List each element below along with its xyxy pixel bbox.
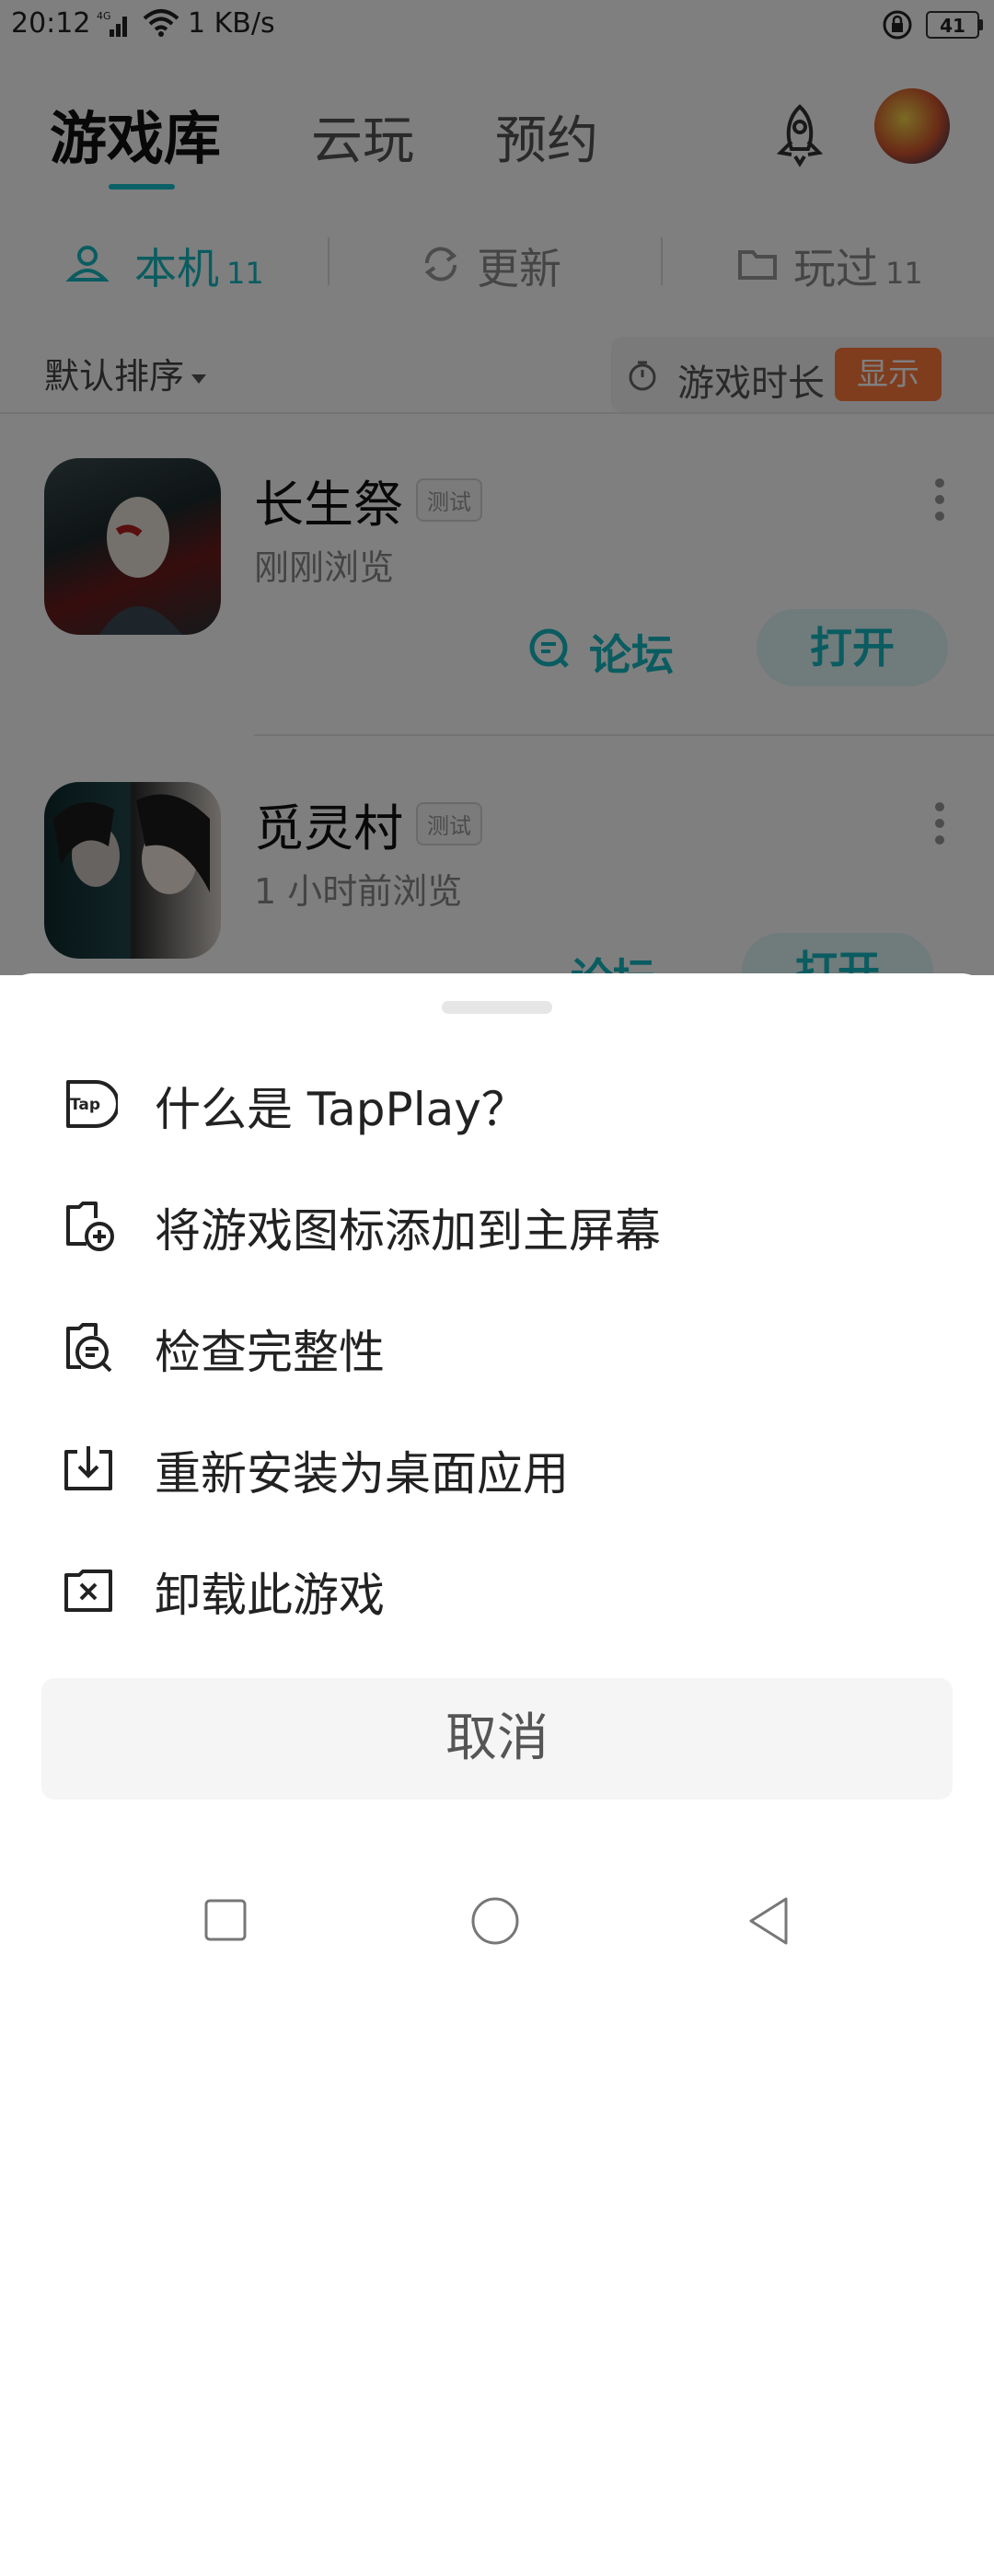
menu-item-uninstall[interactable]: 卸载此游戏 — [155, 1558, 385, 1625]
home-icon[interactable] — [469, 1895, 521, 1947]
uninstall-icon — [64, 1570, 112, 1612]
menu-item-add-to-home[interactable]: 将游戏图标添加到主屏幕 — [155, 1194, 661, 1260]
menu-item-check-integrity[interactable]: 检查完整性 — [155, 1316, 385, 1382]
svg-text:Tap: Tap — [70, 1096, 100, 1114]
recent-apps-icon[interactable] — [201, 1895, 252, 1947]
modal-scrim[interactable] — [0, 0, 994, 975]
sheet-menu — [0, 1067, 994, 2576]
menu-item-reinstall-desktop[interactable]: 重新安装为桌面应用 — [155, 1437, 569, 1503]
tap-logo-icon: Tap — [66, 1080, 118, 1128]
back-icon[interactable] — [744, 1895, 795, 1947]
drag-handle[interactable] — [442, 1001, 552, 1014]
check-integrity-icon — [66, 1323, 112, 1373]
menu-item-what-is-tapplay[interactable]: 什么是 TapPlay？ — [155, 1073, 527, 1139]
cancel-button[interactable]: 取消 — [41, 1678, 953, 1800]
add-to-home-icon — [66, 1202, 114, 1251]
download-install-icon — [64, 1446, 112, 1490]
